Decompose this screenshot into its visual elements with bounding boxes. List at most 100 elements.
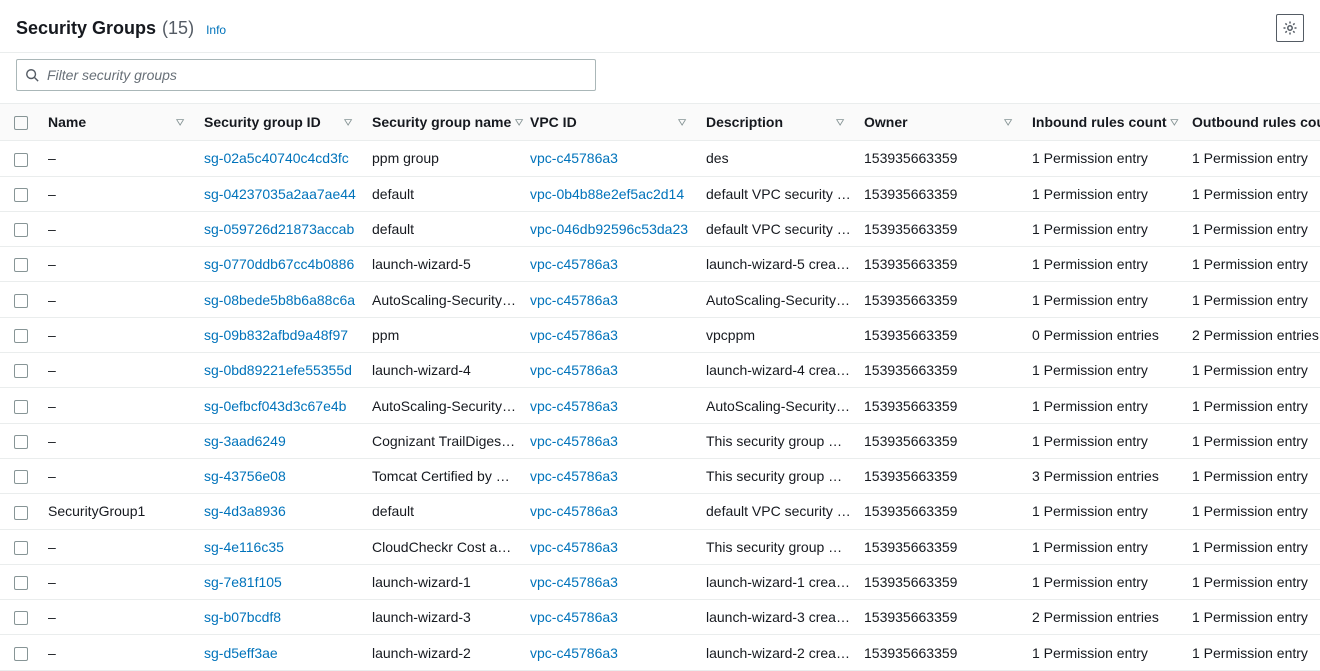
cell-outbound: 1 Permission entry [1186,635,1320,670]
cell-inbound: 1 Permission entry [1026,353,1186,388]
sgid-link[interactable]: sg-7e81f105 [204,574,282,590]
header-desc[interactable]: Description▽ [700,104,858,141]
cell-desc: des [700,141,858,176]
row-checkbox[interactable] [14,576,28,590]
sgid-link[interactable]: sg-43756e08 [204,468,286,484]
cell-vpc: vpc-c45786a3 [524,564,700,599]
vpc-link[interactable]: vpc-c45786a3 [530,645,618,661]
cell-sgname: launch-wizard-1 [366,564,524,599]
filter-input[interactable] [47,67,587,83]
table-row[interactable]: –sg-43756e08Tomcat Certified by Bit...vp… [0,458,1320,493]
sort-icon: ▽ [344,118,352,127]
vpc-link[interactable]: vpc-c45786a3 [530,256,618,272]
row-checkbox[interactable] [14,400,28,414]
cell-outbound: 1 Permission entry [1186,458,1320,493]
table-row[interactable]: –sg-7e81f105 launch-wizard-1 vpc-c45786a3 l… [0,564,1320,599]
cell-name: – [42,529,198,564]
row-checkbox[interactable] [14,470,28,484]
table-row[interactable]: –sg-0770ddb67cc4b0886launch-wizard-5vpc-… [0,247,1320,282]
sgid-link[interactable]: sg-3aad6249 [204,433,286,449]
vpc-link[interactable]: vpc-c45786a3 [530,609,618,625]
vpc-link[interactable]: vpc-c45786a3 [530,539,618,555]
row-checkbox[interactable] [14,506,28,520]
cell-sgid: sg-08bede5b8b6a88c6a [198,282,366,317]
sgid-link[interactable]: sg-4e116c35 [204,539,284,555]
settings-button[interactable] [1276,14,1304,42]
vpc-link[interactable]: vpc-c45786a3 [530,327,618,343]
cell-sgid: sg-4e116c35 [198,529,366,564]
cell-sgname: default [366,176,524,211]
filter-box[interactable] [16,59,596,91]
vpc-link[interactable]: vpc-0b4b88e2ef5ac2d14 [530,186,684,202]
cell-name: – [42,564,198,599]
info-link[interactable]: Info [206,23,226,37]
sgid-link[interactable]: sg-0bd89221efe55355d [204,362,352,378]
table-row[interactable]: –sg-3aad6249Cognizant TrailDigest (...vp… [0,423,1320,458]
row-checkbox[interactable] [14,223,28,237]
select-all-checkbox[interactable] [14,116,28,130]
table-row[interactable]: –sg-04237035a2aa7ae44defaultvpc-0b4b88e2… [0,176,1320,211]
cell-sgname: launch-wizard-2 [366,635,524,670]
vpc-link[interactable]: vpc-c45786a3 [530,362,618,378]
table-row[interactable]: –sg-09b832afbd9a48f97ppmvpc-c45786a3vpcp… [0,317,1320,352]
row-checkbox[interactable] [14,294,28,308]
table-row[interactable]: –sg-08bede5b8b6a88c6aAutoScaling-Securit… [0,282,1320,317]
vpc-link[interactable]: vpc-c45786a3 [530,433,618,449]
row-checkbox[interactable] [14,647,28,661]
row-checkbox[interactable] [14,188,28,202]
table-row[interactable]: –sg-d5eff3aelaunch-wizard-2vpc-c45786a3l… [0,635,1320,670]
row-checkbox[interactable] [14,258,28,272]
header-inbound[interactable]: Inbound rules count▽ [1026,104,1186,141]
vpc-link[interactable]: vpc-c45786a3 [530,503,618,519]
sgid-link[interactable]: sg-09b832afbd9a48f97 [204,327,348,343]
row-checkbox[interactable] [14,153,28,167]
row-checkbox[interactable] [14,541,28,555]
cell-inbound: 1 Permission entry [1026,494,1186,529]
cell-outbound: 1 Permission entry [1186,282,1320,317]
row-checkbox[interactable] [14,435,28,449]
table-row[interactable]: –sg-4e116c35CloudCheckr Cost and ...vpc-… [0,529,1320,564]
cell-owner: 153935663359 [858,458,1026,493]
header-sgid[interactable]: Security group ID▽ [198,104,366,141]
row-checkbox[interactable] [14,329,28,343]
cell-owner: 153935663359 [858,176,1026,211]
vpc-link[interactable]: vpc-c45786a3 [530,398,618,414]
sgid-link[interactable]: sg-059726d21873accab [204,221,354,237]
sgid-link[interactable]: sg-0770ddb67cc4b0886 [204,256,354,272]
table-row[interactable]: SecurityGroup1sg-4d3a8936defaultvpc-c457… [0,494,1320,529]
sgid-link[interactable]: sg-b07bcdf8 [204,609,281,625]
table-row[interactable]: –sg-02a5c40740c4cd3fcppm groupvpc-c45786… [0,141,1320,176]
sgid-link[interactable]: sg-d5eff3ae [204,645,278,661]
cell-name: – [42,458,198,493]
cell-desc: launch-wizard-1 create... [700,564,858,599]
header-desc-label: Description [706,114,783,130]
header-outbound[interactable]: Outbound rules count [1186,104,1320,141]
cell-owner: 153935663359 [858,353,1026,388]
table-row[interactable]: –sg-0bd89221efe55355dlaunch-wizard-4vpc-… [0,353,1320,388]
cell-sgid: sg-d5eff3ae [198,635,366,670]
vpc-link[interactable]: vpc-c45786a3 [530,150,618,166]
table-row[interactable]: –sg-b07bcdf8launch-wizard-3vpc-c45786a3l… [0,600,1320,635]
row-checkbox-cell [0,282,42,317]
sgid-link[interactable]: sg-04237035a2aa7ae44 [204,186,356,202]
vpc-link[interactable]: vpc-c45786a3 [530,292,618,308]
header-sgname[interactable]: Security group name▽ [366,104,524,141]
header-name[interactable]: Name▽ [42,104,198,141]
vpc-link[interactable]: vpc-c45786a3 [530,574,618,590]
sgid-link[interactable]: sg-4d3a8936 [204,503,286,519]
table-row[interactable]: –sg-059726d21873accabdefaultvpc-046db925… [0,211,1320,246]
header-vpc[interactable]: VPC ID▽ [524,104,700,141]
sgid-link[interactable]: sg-0efbcf043d3c67e4b [204,398,346,414]
cell-outbound: 1 Permission entry [1186,564,1320,599]
sgid-link[interactable]: sg-02a5c40740c4cd3fc [204,150,349,166]
vpc-link[interactable]: vpc-046db92596c53da23 [530,221,688,237]
row-checkbox[interactable] [14,611,28,625]
sgid-link[interactable]: sg-08bede5b8b6a88c6a [204,292,355,308]
row-checkbox[interactable] [14,364,28,378]
header-owner[interactable]: Owner▽ [858,104,1026,141]
cell-sgname: AutoScaling-Security-... [366,282,524,317]
cell-sgname: launch-wizard-3 [366,600,524,635]
vpc-link[interactable]: vpc-c45786a3 [530,468,618,484]
header-outbound-label: Outbound rules count [1192,114,1320,130]
table-row[interactable]: –sg-0efbcf043d3c67e4bAutoScaling-Securit… [0,388,1320,423]
